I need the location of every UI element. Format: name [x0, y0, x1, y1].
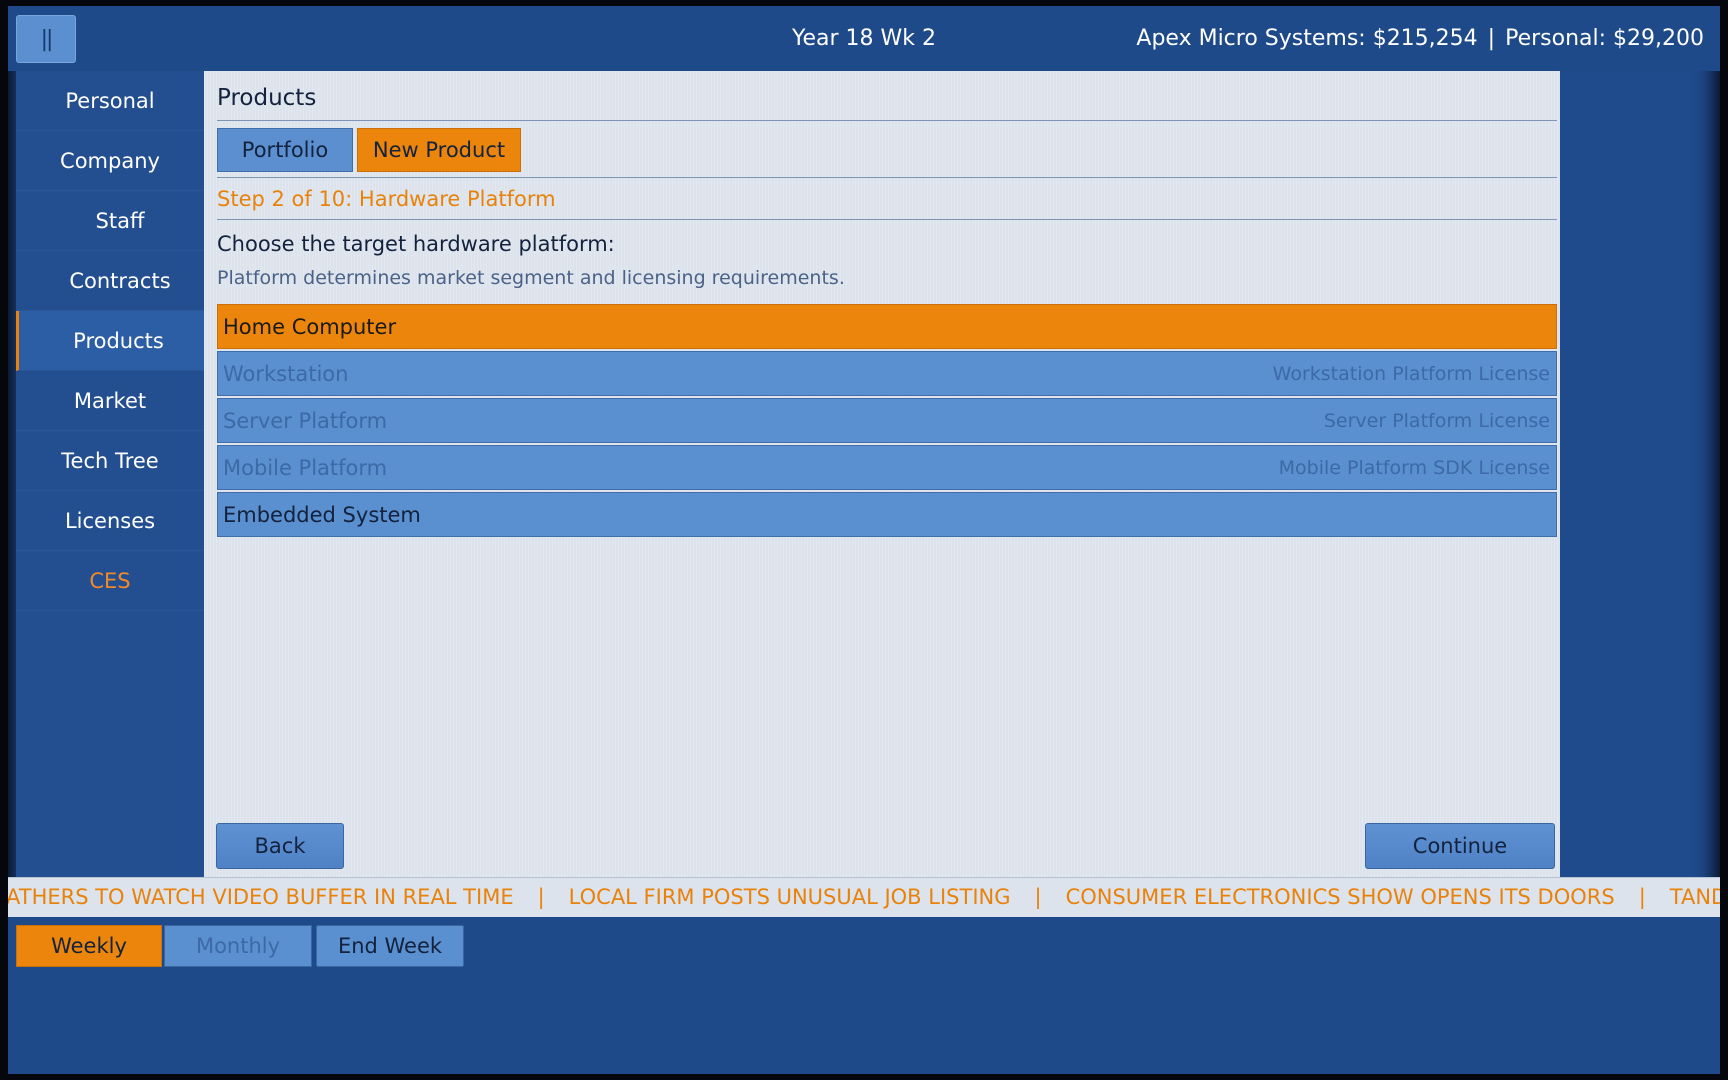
- continue-button[interactable]: Continue: [1365, 823, 1555, 869]
- sidebar-item-company[interactable]: Company: [16, 131, 204, 191]
- personal-funds: Personal: $29,200: [1505, 26, 1704, 51]
- platform-option-embedded[interactable]: Embedded System: [217, 492, 1557, 537]
- sidebar-nav: Personal Company Staff Contracts Product…: [16, 71, 204, 881]
- top-bar: || Year 18 Wk 2 Apex Micro Systems: $215…: [8, 6, 1720, 71]
- divider: [217, 219, 1557, 220]
- headline: LOCAL FIRM POSTS UNUSUAL JOB LISTING: [568, 885, 1011, 909]
- option-label: Server Platform: [223, 408, 388, 433]
- ticker-separator: |: [537, 885, 545, 909]
- products-panel: Products Portfolio New Product Step 2 of…: [204, 71, 1560, 881]
- headline: TANDY: [1669, 885, 1720, 909]
- bottom-bar: Weekly Monthly End Week: [8, 917, 1720, 1074]
- tab-new-product[interactable]: New Product: [357, 128, 521, 172]
- news-ticker: ATHERS TO WATCH VIDEO BUFFER IN REAL TIM…: [8, 877, 1720, 918]
- sidebar-item-staff[interactable]: Staff: [16, 191, 204, 251]
- funds-display: Apex Micro Systems: $215,254 | Personal: $…: [1136, 26, 1704, 51]
- tab-portfolio[interactable]: Portfolio: [217, 128, 353, 172]
- divider: [217, 177, 1557, 178]
- end-week-button[interactable]: End Week: [316, 925, 464, 967]
- ticker-separator: |: [1034, 885, 1042, 909]
- ticker-separator: |: [1638, 885, 1646, 909]
- sidebar-item-contracts[interactable]: Contracts: [16, 251, 204, 311]
- option-label: Mobile Platform: [223, 455, 388, 480]
- platform-question: Choose the target hardware platform:: [217, 232, 615, 256]
- required-license: Mobile Platform SDK License: [1278, 456, 1550, 479]
- required-license: Server Platform License: [1323, 409, 1550, 432]
- ticker-headlines: ATHERS TO WATCH VIDEO BUFFER IN REAL TIM…: [8, 885, 1720, 909]
- option-label: Workstation: [223, 361, 349, 386]
- wizard-step-title: Step 2 of 10: Hardware Platform: [217, 187, 556, 211]
- option-label: Home Computer: [223, 314, 397, 339]
- sidebar-item-personal[interactable]: Personal: [16, 71, 204, 131]
- platform-option-mobile[interactable]: Mobile Platform Mobile Platform SDK Lice…: [217, 445, 1557, 490]
- sidebar-item-products[interactable]: Products: [16, 311, 204, 371]
- game-window: || Year 18 Wk 2 Apex Micro Systems: $215…: [8, 6, 1720, 1074]
- funds-separator: |: [1487, 26, 1496, 51]
- platform-option-server[interactable]: Server Platform Server Platform License: [217, 398, 1557, 443]
- monthly-toggle[interactable]: Monthly: [164, 925, 312, 967]
- back-button[interactable]: Back: [216, 823, 344, 869]
- headline: CONSUMER ELECTRONICS SHOW OPENS ITS DOOR…: [1065, 885, 1615, 909]
- headline: ATHERS TO WATCH VIDEO BUFFER IN REAL TIM…: [8, 885, 514, 909]
- sidebar-item-tech-tree[interactable]: Tech Tree: [16, 431, 204, 491]
- page-title: Products: [217, 85, 317, 111]
- platform-option-home-computer[interactable]: Home Computer: [217, 304, 1557, 349]
- sidebar-item-licenses[interactable]: Licenses: [16, 491, 204, 551]
- sidebar-item-ces[interactable]: CES: [16, 551, 204, 611]
- weekly-toggle[interactable]: Weekly: [16, 925, 162, 967]
- platform-option-workstation[interactable]: Workstation Workstation Platform License: [217, 351, 1557, 396]
- option-label: Embedded System: [223, 502, 421, 527]
- sidebar-item-market[interactable]: Market: [16, 371, 204, 431]
- divider: [217, 120, 1557, 121]
- required-license: Workstation Platform License: [1272, 362, 1550, 385]
- company-funds: Apex Micro Systems: $215,254: [1136, 26, 1478, 51]
- platform-hint: Platform determines market segment and l…: [217, 267, 845, 289]
